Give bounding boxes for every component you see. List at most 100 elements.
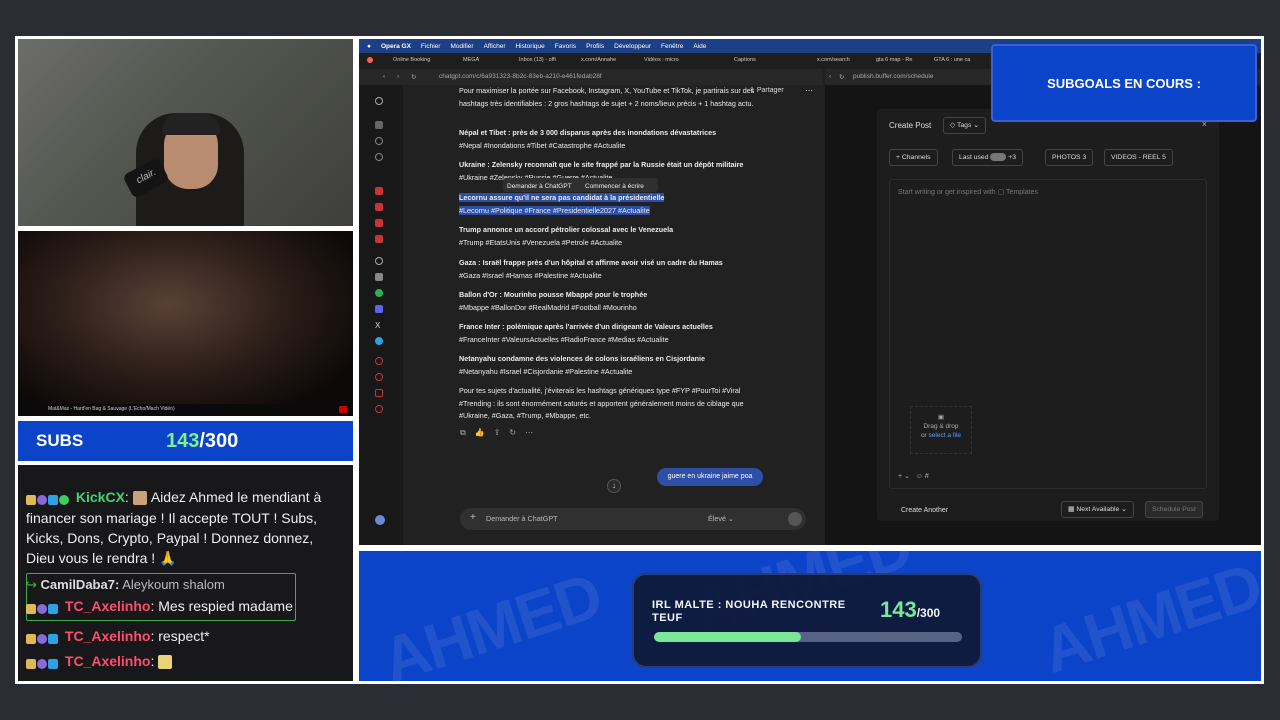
close-window-icon[interactable] <box>367 57 373 63</box>
photos-button[interactable]: PHOTOS 3 <box>1045 149 1094 166</box>
sidebar-app-icon[interactable] <box>375 187 383 195</box>
schedule-post-button[interactable]: Schedule Post <box>1145 501 1203 518</box>
search-icon[interactable] <box>375 137 383 145</box>
media-dropzone[interactable]: ▣ Drag & drop or select a file <box>910 406 972 454</box>
goal-count: 143/300 <box>880 597 941 622</box>
create-post-dialog: Create Post ◇ Tags ⌄ × + Channels Last u… <box>877 109 1219 521</box>
prompt-input[interactable]: + Demander à ChatGPT Élevé ⌄ <box>460 508 806 530</box>
more-icon[interactable]: ⋯ <box>805 85 813 98</box>
avatar[interactable] <box>375 515 385 525</box>
sidebar-app-icon[interactable] <box>375 203 383 211</box>
reload-icon[interactable]: ↻ <box>411 73 416 81</box>
subs-counter: SUBS 143/300 <box>15 418 356 464</box>
chatgpt-conversation: ⇪ Partager ⋯ Pour maximiser la portée su… <box>403 85 822 545</box>
openai-icon[interactable] <box>375 257 383 265</box>
answer-item: Gaza : Israël frappe près d'un hôpital e… <box>459 258 723 280</box>
tab[interactable]: Inbox (13) - offi <box>519 57 556 63</box>
tag-icon: ◇ <box>950 122 956 129</box>
answer-outro: Pour tes sujets d'actualité, j'éviterais… <box>459 386 744 420</box>
channels-button[interactable]: + Channels <box>889 149 938 166</box>
tab[interactable]: MEGA <box>463 57 479 63</box>
goal-progress-fill <box>654 632 801 642</box>
message-actions: ⧉ 👍 ⇪ ↻ ⋯ <box>460 427 533 440</box>
emote-icon <box>132 491 147 506</box>
regenerate-icon[interactable]: ↻ <box>509 427 516 440</box>
ask-chatgpt-button[interactable]: Demander à ChatGPT <box>507 181 572 194</box>
sidebar-app-icon[interactable] <box>375 405 383 413</box>
copy-icon[interactable]: ⧉ <box>460 427 466 440</box>
whatsapp-icon[interactable] <box>375 289 383 297</box>
back-icon[interactable]: ‹ <box>383 73 385 80</box>
chat-message: TC_Axelinho: respect* <box>26 626 210 647</box>
reply-quote: ↪ CamilDaba7: Aleykoum shalom <box>26 577 225 592</box>
tab[interactable]: Vidéos : micro <box>644 57 679 63</box>
answer-item: Ballon d'Or : Mourinho pousse Mbappé pou… <box>459 290 648 312</box>
sidebar-app-icon[interactable] <box>375 389 383 397</box>
tab[interactable]: x.com/Annahe <box>581 57 616 63</box>
tags-button[interactable]: ◇ Tags ⌄ <box>943 117 986 134</box>
browser-sidebar: X <box>359 85 403 545</box>
chat-message: TC_Axelinho: <box>26 651 173 672</box>
youtube-icon <box>339 406 347 413</box>
goal-card: IRL MALTE : NOUHA RENCONTRE TEUF 143/300 <box>632 573 982 668</box>
new-chat-icon[interactable] <box>375 121 383 129</box>
editor-toolbar[interactable]: + ⌄ ☺ # <box>898 472 929 480</box>
watermark: AHMED <box>373 559 610 681</box>
chat-message: TC_Axelinho: Mes respied madame <box>26 596 293 617</box>
sidebar-app-icon[interactable] <box>375 373 383 381</box>
video-player: Mat&Max - Hard'en Bag & Sauvage (L'Echo/… <box>15 228 356 419</box>
model-selector[interactable]: Élevé ⌄ <box>708 514 734 523</box>
x-icon[interactable]: X <box>375 321 383 330</box>
forward-icon[interactable]: › <box>397 73 399 80</box>
subs-label: SUBS <box>36 431 84 450</box>
answer-item: Népal et Tibet : près de 3 000 disparus … <box>459 128 717 150</box>
image-icon: ▣ <box>937 414 945 421</box>
back-icon[interactable]: ‹ <box>829 73 831 80</box>
next-available-button[interactable]: ▦ Next Available ⌄ <box>1061 501 1134 518</box>
tab[interactable]: gta 6 map - Re <box>876 57 912 63</box>
send-icon[interactable] <box>788 512 802 526</box>
sidebar-app-icon[interactable] <box>375 273 383 281</box>
goal-panel: AHMED AHMED AHMED IRL MALTE : NOUHA RENC… <box>356 548 1264 684</box>
plus-icon[interactable]: + <box>470 512 476 523</box>
tab[interactable]: x.com/search <box>817 57 850 63</box>
tab[interactable]: GTA 6 : une ca <box>934 57 970 63</box>
selection-context-menu: Demander à ChatGPT Commencer à écrire <box>503 178 658 192</box>
sidebar-app-icon[interactable] <box>375 219 383 227</box>
create-another-toggle[interactable]: Create Another <box>901 507 948 514</box>
discord-icon[interactable] <box>375 305 383 313</box>
user-message: guere en ukraine jaime poa <box>657 468 763 486</box>
share-icon[interactable]: ⇪ <box>494 427 501 440</box>
chat-panel: KickCX: Aidez Ahmed le mendiant à financ… <box>15 462 356 684</box>
answer-item: Netanyahu condamne des violences de colo… <box>459 354 706 376</box>
tab[interactable]: Online Booking <box>393 57 430 63</box>
address-bar[interactable]: ‹ › ↻ chatgpt.com/c/6a931323-8b2c-83eb-a… <box>359 69 822 85</box>
start-writing-button[interactable]: Commencer à écrire <box>585 181 644 194</box>
watermark: AHMED <box>1033 551 1261 681</box>
answer-intro: Pour maximiser la portée sur Facebook, I… <box>459 86 755 108</box>
emote-icon <box>158 655 173 670</box>
chat-message: KickCX: Aidez Ahmed le mendiant à financ… <box>26 489 322 567</box>
openai-icon[interactable] <box>375 97 383 105</box>
thumbs-up-icon[interactable]: 👍 <box>475 427 485 440</box>
tab[interactable]: Captions <box>734 57 756 63</box>
post-editor[interactable]: Start writing or get inspired with ▢ Tem… <box>889 179 1207 489</box>
apple-icon: ● <box>367 42 371 50</box>
more-icon[interactable]: ⋯ <box>525 427 533 440</box>
reload-icon[interactable]: ↻ <box>839 73 844 81</box>
goal-title: IRL MALTE : NOUHA RENCONTRE TEUF <box>652 599 846 624</box>
dialog-title: Create Post <box>889 121 932 130</box>
answer-item: Trump annonce un accord pétrolier coloss… <box>459 225 674 247</box>
goal-progress-bar <box>654 632 962 642</box>
sidebar-app-icon[interactable] <box>375 357 383 365</box>
videos-button[interactable]: VIDEOS - REEL 5 <box>1104 149 1173 166</box>
calendar-icon: ▦ <box>1068 506 1075 513</box>
avatar-stack <box>990 153 1007 162</box>
scroll-down-icon[interactable]: ↓ <box>607 479 621 493</box>
sidebar-app-icon[interactable] <box>375 235 383 243</box>
emote-icon: 🙏 <box>159 550 177 567</box>
chat-icon[interactable] <box>375 153 383 161</box>
last-used-button[interactable]: Last used +3 <box>952 149 1024 166</box>
video-caption-bar: Mat&Max - Hard'en Bag & Sauvage (L'Echo/… <box>18 404 353 416</box>
telegram-icon[interactable] <box>375 337 383 345</box>
